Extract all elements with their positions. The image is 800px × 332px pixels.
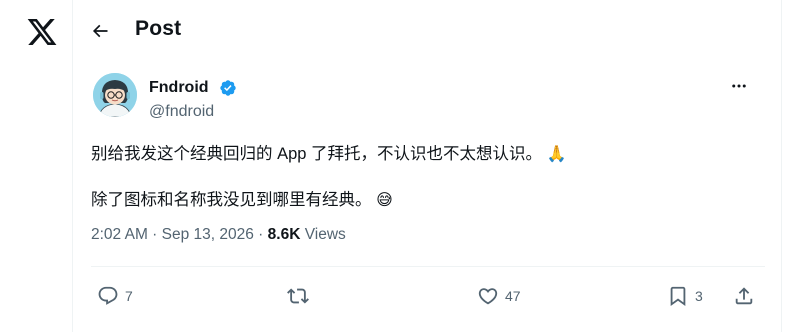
left-rail bbox=[0, 0, 72, 332]
timestamp-link[interactable]: 2:02 AM · Sep 13, 2026 bbox=[91, 226, 254, 243]
back-button[interactable] bbox=[85, 16, 115, 46]
tweet-text: 别给我发这个经典回归的 App 了拜托，不认识也不太想认识。 bbox=[91, 145, 543, 163]
reply-count: 7 bbox=[125, 288, 133, 304]
reply-icon bbox=[98, 286, 118, 305]
retweet-button[interactable] bbox=[287, 285, 315, 307]
meta-separator: · bbox=[253, 226, 268, 243]
post-column: Post Fndroid @fndroid 别给我发这个经典回归的 App 了拜… bbox=[72, 0, 782, 332]
tweet-text-line-1: 别给我发这个经典回归的 App 了拜托，不认识也不太想认识。 🙏 bbox=[91, 140, 567, 164]
verified-badge-icon bbox=[219, 79, 237, 97]
bookmark-button[interactable]: 3 bbox=[667, 285, 703, 307]
bookmark-icon bbox=[670, 286, 686, 307]
like-button[interactable]: 47 bbox=[477, 285, 521, 307]
x-logo-icon[interactable] bbox=[26, 16, 58, 48]
tweet-meta: 2:02 AM · Sep 13, 2026 · 8.6K Views bbox=[91, 226, 346, 244]
tweet-text: 除了图标和名称我没见到哪里有经典。 bbox=[91, 191, 372, 209]
divider bbox=[91, 266, 765, 267]
author-handle[interactable]: @fndroid bbox=[149, 103, 214, 121]
bookmark-count: 3 bbox=[695, 288, 703, 304]
share-icon bbox=[735, 287, 753, 305]
heart-icon bbox=[478, 288, 498, 305]
author-name[interactable]: Fndroid bbox=[149, 79, 209, 97]
reply-button[interactable]: 7 bbox=[97, 285, 133, 307]
page-title: Post bbox=[135, 17, 182, 40]
tweet-text-line-2: 除了图标和名称我没见到哪里有经典。 😅 bbox=[91, 186, 393, 210]
avatar[interactable] bbox=[93, 73, 137, 117]
views-count: 8.6K bbox=[267, 226, 301, 243]
like-count: 47 bbox=[505, 288, 521, 304]
share-button[interactable] bbox=[733, 285, 755, 307]
more-dots-icon bbox=[732, 84, 746, 88]
post-header: Post bbox=[73, 0, 781, 60]
views-label: Views bbox=[304, 226, 346, 243]
more-options-button[interactable] bbox=[727, 76, 751, 96]
sweat-smile-emoji: 😅 bbox=[376, 190, 393, 209]
arrow-left-icon bbox=[92, 24, 108, 38]
retweet-icon bbox=[287, 288, 309, 304]
folded-hands-emoji: 🙏 bbox=[546, 144, 567, 163]
